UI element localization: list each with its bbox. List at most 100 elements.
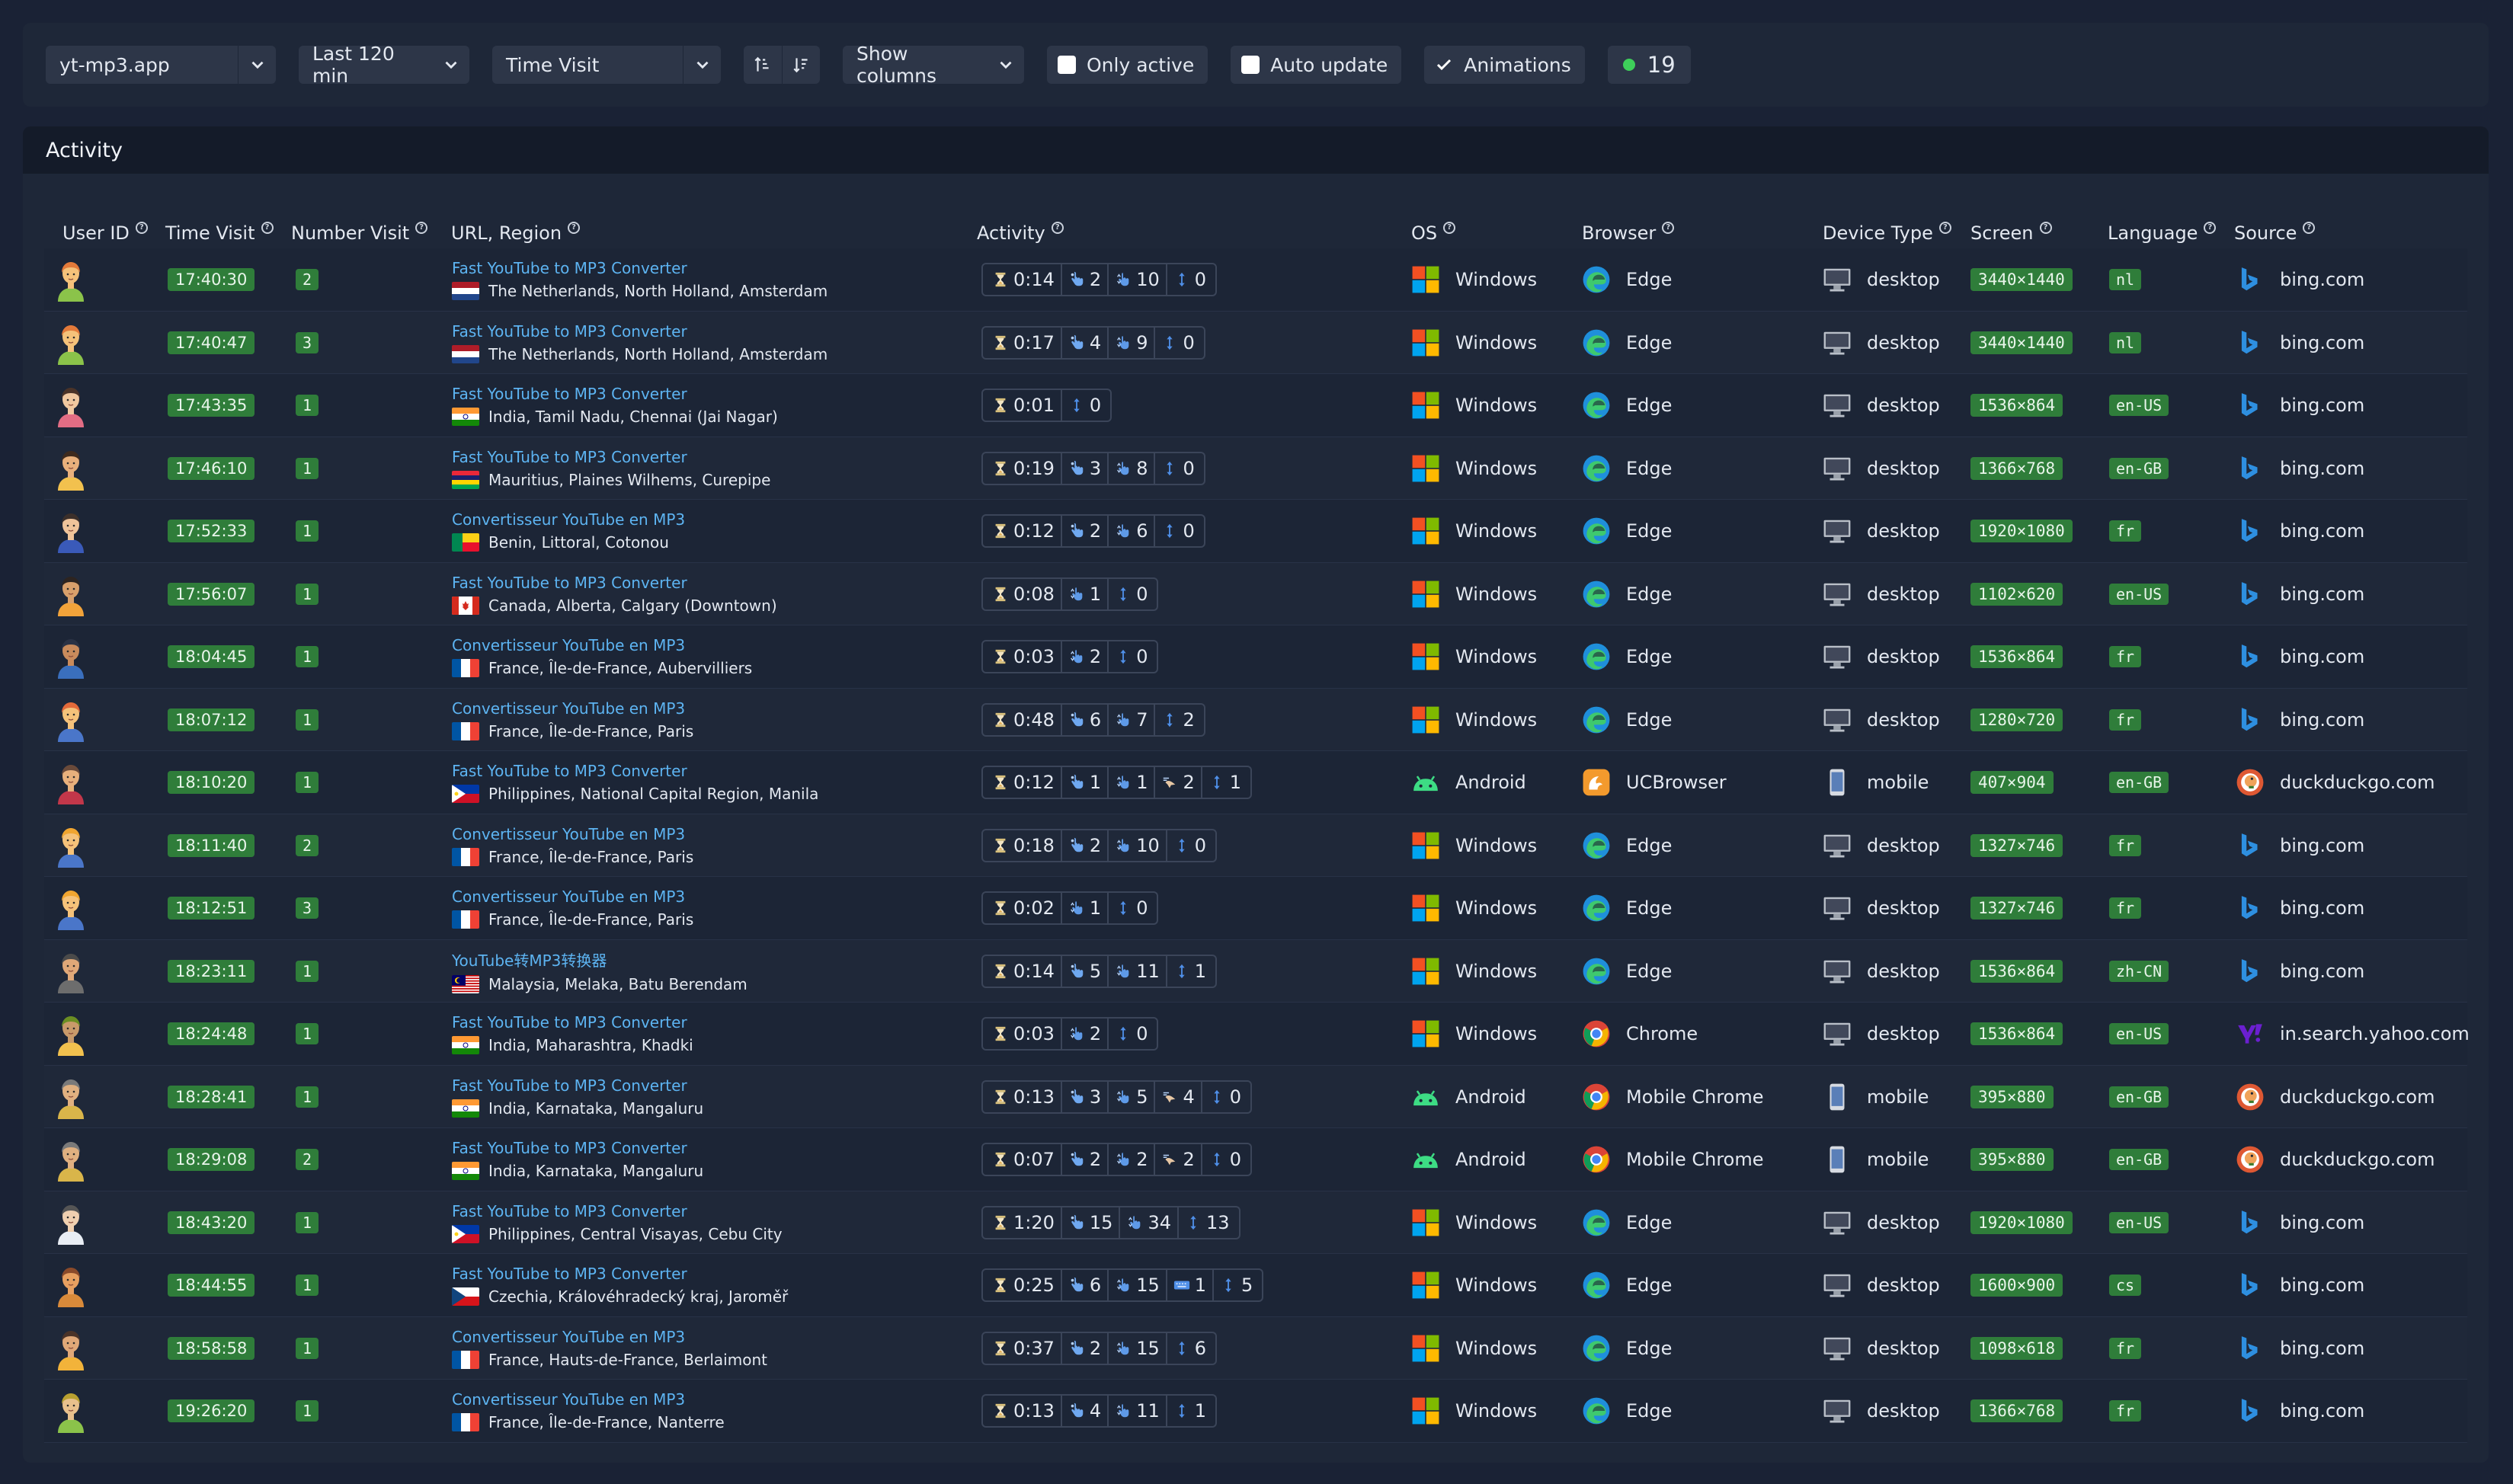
activity-summary[interactable]: 0:19 3 8 0	[981, 451, 1205, 485]
page-url-link[interactable]: Fast YouTube to MP3 Converter	[452, 1265, 687, 1283]
activity-summary[interactable]: 0:17 4 9 0	[981, 325, 1205, 360]
page-url-link[interactable]: Fast YouTube to MP3 Converter	[452, 574, 687, 592]
source-domain[interactable]: in.search.yahoo.com	[2280, 1023, 2470, 1044]
source-domain[interactable]: bing.com	[2280, 1400, 2364, 1422]
source-domain[interactable]: bing.com	[2280, 1275, 2364, 1296]
table-row[interactable]: 18:29:08 2 Fast YouTube to MP3 Converter…	[44, 1128, 2467, 1191]
help-icon[interactable]: ?	[2303, 222, 2316, 234]
source-domain[interactable]: bing.com	[2280, 332, 2364, 353]
source-domain[interactable]: duckduckgo.com	[2280, 1149, 2435, 1170]
user-avatar[interactable]	[53, 563, 88, 625]
activity-summary[interactable]: 0:37 2 15 6	[981, 1331, 1218, 1365]
user-avatar[interactable]	[53, 248, 88, 311]
page-url-link[interactable]: Convertisseur YouTube en MP3	[452, 699, 685, 718]
table-row[interactable]: 18:28:41 1 Fast YouTube to MP3 Converter…	[44, 1065, 2467, 1128]
activity-summary[interactable]: 1:20 15 34 13	[981, 1205, 1240, 1239]
sort-ascending-icon[interactable]	[744, 46, 782, 84]
activity-summary[interactable]: 0:03 2 0	[981, 1017, 1159, 1051]
activity-summary[interactable]: 0:02 1 0	[981, 891, 1159, 925]
user-avatar[interactable]	[53, 1317, 88, 1380]
source-domain[interactable]: bing.com	[2280, 269, 2364, 290]
user-avatar[interactable]	[53, 1066, 88, 1128]
page-url-link[interactable]: Fast YouTube to MP3 Converter	[452, 322, 687, 341]
user-avatar[interactable]	[53, 1128, 88, 1191]
source-domain[interactable]: duckduckgo.com	[2280, 1086, 2435, 1108]
table-row[interactable]: 18:24:48 1 Fast YouTube to MP3 Converter…	[44, 1003, 2470, 1066]
source-domain[interactable]: bing.com	[2280, 961, 2364, 982]
table-row[interactable]: 18:12:51 3 Convertisseur YouTube en MP3 …	[44, 877, 2467, 940]
activity-summary[interactable]: 0:48 6 7 2	[981, 702, 1205, 737]
help-icon[interactable]: ?	[2039, 222, 2052, 234]
page-url-link[interactable]: Fast YouTube to MP3 Converter	[452, 1076, 687, 1095]
source-domain[interactable]: bing.com	[2280, 584, 2364, 605]
user-avatar[interactable]	[53, 751, 88, 814]
user-avatar[interactable]	[53, 1254, 88, 1316]
activity-summary[interactable]: 0:14 5 11 1	[981, 954, 1218, 988]
help-icon[interactable]: ?	[1662, 222, 1675, 234]
source-domain[interactable]: bing.com	[2280, 458, 2364, 479]
source-domain[interactable]: bing.com	[2280, 1212, 2364, 1233]
table-row[interactable]: 18:11:40 2 Convertisseur YouTube en MP3 …	[44, 814, 2467, 877]
help-icon[interactable]: ?	[261, 222, 274, 234]
help-icon[interactable]: ?	[2204, 222, 2217, 234]
table-row[interactable]: 19:26:20 1 Convertisseur YouTube en MP3 …	[44, 1380, 2467, 1443]
page-url-link[interactable]: Convertisseur YouTube en MP3	[452, 1328, 685, 1346]
user-avatar[interactable]	[53, 1191, 88, 1254]
source-domain[interactable]: bing.com	[2280, 709, 2364, 731]
table-row[interactable]: 18:10:20 1 Fast YouTube to MP3 Converter…	[44, 751, 2467, 814]
table-row[interactable]: 18:23:11 1 YouTube转MP3转换器 Malaysia, Mela…	[44, 939, 2467, 1003]
animations-checkbox[interactable]: Animations	[1424, 46, 1585, 84]
page-url-link[interactable]: Fast YouTube to MP3 Converter	[452, 1202, 687, 1220]
auto-update-checkbox[interactable]: Auto update	[1231, 46, 1402, 84]
table-row[interactable]: 18:44:55 1 Fast YouTube to MP3 Converter…	[44, 1254, 2467, 1317]
page-url-link[interactable]: Fast YouTube to MP3 Converter	[452, 259, 687, 277]
user-avatar[interactable]	[53, 940, 88, 1003]
help-icon[interactable]: ?	[135, 222, 148, 234]
user-avatar[interactable]	[53, 1380, 88, 1442]
table-row[interactable]: 17:46:10 1 Fast YouTube to MP3 Converter…	[44, 437, 2467, 500]
table-row[interactable]: 18:43:20 1 Fast YouTube to MP3 Converter…	[44, 1191, 2467, 1254]
activity-summary[interactable]: 0:12 1 1 2 1	[981, 766, 1253, 799]
user-avatar[interactable]	[53, 625, 88, 688]
activity-summary[interactable]: 0:01 0	[981, 389, 1112, 422]
page-url-link[interactable]: Fast YouTube to MP3 Converter	[452, 1139, 687, 1157]
table-row[interactable]: 17:40:30 2 Fast YouTube to MP3 Converter…	[44, 248, 2467, 312]
source-domain[interactable]: bing.com	[2280, 897, 2364, 919]
page-url-link[interactable]: Fast YouTube to MP3 Converter	[452, 1013, 687, 1031]
help-icon[interactable]: ?	[1443, 222, 1456, 234]
source-domain[interactable]: bing.com	[2280, 395, 2364, 416]
activity-summary[interactable]: 0:13 4 11 1	[981, 1394, 1218, 1428]
activity-summary[interactable]: 0:13 3 5 4 0	[981, 1079, 1253, 1114]
user-avatar[interactable]	[53, 1003, 88, 1065]
sort-descending-icon[interactable]	[782, 46, 820, 84]
table-row[interactable]: 18:04:45 1 Convertisseur YouTube en MP3 …	[44, 625, 2467, 689]
page-url-link[interactable]: Fast YouTube to MP3 Converter	[452, 385, 687, 403]
page-url-link[interactable]: Convertisseur YouTube en MP3	[452, 888, 685, 906]
site-select[interactable]: yt-mp3.app	[46, 46, 276, 84]
source-domain[interactable]: bing.com	[2280, 520, 2364, 542]
activity-summary[interactable]: 0:08 1 0	[981, 577, 1159, 611]
page-url-link[interactable]: YouTube转MP3转换器	[452, 948, 607, 971]
page-url-link[interactable]: Fast YouTube to MP3 Converter	[452, 762, 687, 780]
table-row[interactable]: 17:52:33 1 Convertisseur YouTube en MP3 …	[44, 500, 2467, 563]
range-select[interactable]: Last 120 min	[299, 43, 469, 87]
activity-summary[interactable]: 0:14 2 10 0	[981, 263, 1218, 296]
page-url-link[interactable]: Convertisseur YouTube en MP3	[452, 1390, 685, 1409]
activity-summary[interactable]: 0:03 2 0	[981, 640, 1159, 673]
page-url-link[interactable]: Convertisseur YouTube en MP3	[452, 510, 685, 529]
sort-field-select[interactable]: Time Visit	[492, 46, 721, 84]
user-avatar[interactable]	[53, 877, 88, 939]
user-avatar[interactable]	[53, 689, 88, 751]
help-icon[interactable]: ?	[1938, 222, 1951, 234]
user-avatar[interactable]	[53, 374, 88, 437]
activity-summary[interactable]: 0:07 2 2 2 0	[981, 1143, 1253, 1176]
help-icon[interactable]: ?	[1051, 222, 1064, 234]
show-columns-dropdown[interactable]: Show columns	[843, 43, 1024, 87]
table-row[interactable]: 17:40:47 3 Fast YouTube to MP3 Converter…	[44, 311, 2467, 374]
source-domain[interactable]: duckduckgo.com	[2280, 772, 2435, 793]
source-domain[interactable]: bing.com	[2280, 835, 2364, 856]
table-row[interactable]: 17:43:35 1 Fast YouTube to MP3 Converter…	[44, 374, 2467, 437]
help-icon[interactable]: ?	[415, 222, 428, 234]
page-url-link[interactable]: Convertisseur YouTube en MP3	[452, 636, 685, 654]
user-avatar[interactable]	[53, 312, 88, 374]
